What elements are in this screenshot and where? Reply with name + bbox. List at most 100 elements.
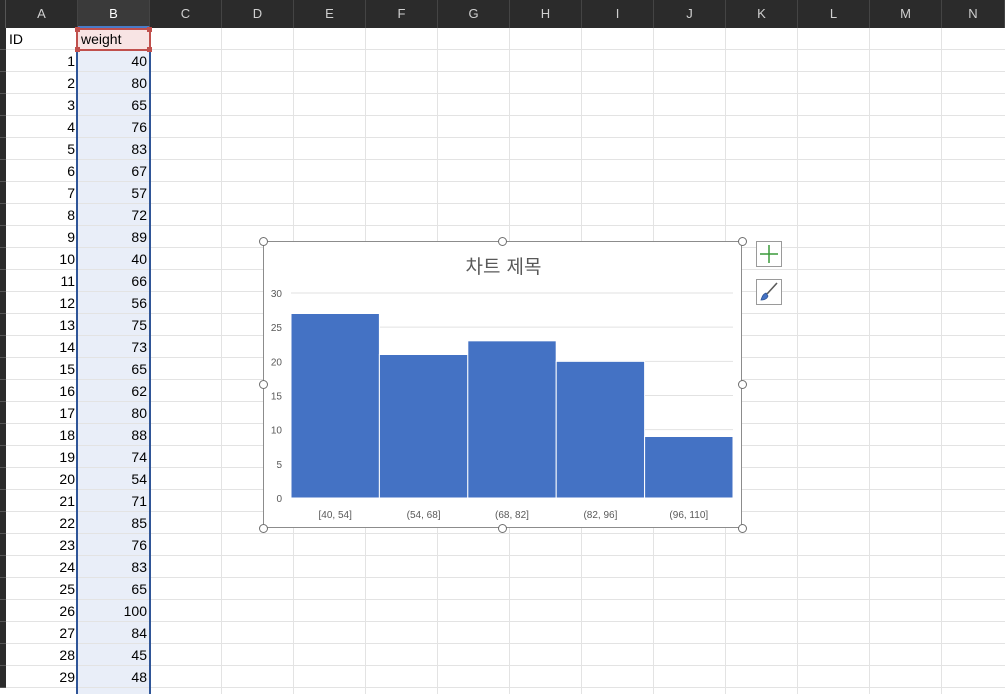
row-gridline xyxy=(6,203,1005,204)
cell-id[interactable]: 29 xyxy=(6,666,78,688)
cell-id[interactable]: 22 xyxy=(6,512,78,534)
column-gridline xyxy=(869,28,870,694)
cell-id[interactable]: 8 xyxy=(6,204,78,226)
column-header-a[interactable]: A xyxy=(6,0,78,28)
cell-b1-text: weight xyxy=(81,31,122,47)
row-gridline xyxy=(6,115,1005,116)
row-gridline xyxy=(6,181,1005,182)
chart-resize-handle[interactable] xyxy=(497,523,507,533)
y-tick-label: 15 xyxy=(271,392,283,403)
column-header-e[interactable]: E xyxy=(294,0,366,28)
chart-elements-button[interactable] xyxy=(756,241,782,267)
row-gridline xyxy=(6,577,1005,578)
cell-id[interactable]: 17 xyxy=(6,402,78,424)
row-gridline xyxy=(6,665,1005,666)
cell-a1[interactable]: ID xyxy=(6,28,78,50)
chart-plot-area: 0 5 10 15 20 25 30 [40, 54] (54, 68] (68, 82] (82,… xyxy=(271,289,734,521)
cell-id[interactable]: 6 xyxy=(6,160,78,182)
y-tick-label: 10 xyxy=(271,426,283,437)
column-gridline xyxy=(941,28,942,694)
cell-id[interactable]: 20 xyxy=(6,468,78,490)
row-gridline xyxy=(6,687,1005,688)
histogram-bar[interactable] xyxy=(467,340,557,499)
cell-id[interactable]: 19 xyxy=(6,446,78,468)
chart-resize-handle[interactable] xyxy=(258,236,268,246)
row-gridline xyxy=(6,599,1005,600)
cell-id[interactable]: 12 xyxy=(6,292,78,314)
histogram-bar[interactable] xyxy=(378,354,469,499)
plus-icon xyxy=(760,245,778,263)
row-gridline xyxy=(6,643,1005,644)
active-cell-b1[interactable]: weight xyxy=(75,27,152,52)
column-header-c[interactable]: C xyxy=(150,0,222,28)
row-gridline xyxy=(6,71,1005,72)
cell-id[interactable]: 14 xyxy=(6,336,78,358)
chart-resize-handle[interactable] xyxy=(737,236,747,246)
column-header-h[interactable]: H xyxy=(510,0,582,28)
row-gridline xyxy=(6,533,1005,534)
cell-id[interactable]: 27 xyxy=(6,622,78,644)
chart-styles-button[interactable] xyxy=(756,279,782,305)
cell-id[interactable]: 24 xyxy=(6,556,78,578)
column-header-i[interactable]: I xyxy=(582,0,654,28)
cell-id[interactable]: 7 xyxy=(6,182,78,204)
column-header-b[interactable]: B xyxy=(78,0,150,28)
cell-id[interactable]: 16 xyxy=(6,380,78,402)
selected-column-border xyxy=(76,28,151,694)
cell-id[interactable]: 15 xyxy=(6,358,78,380)
column-header-m[interactable]: M xyxy=(870,0,942,28)
x-category-label: (54, 68] xyxy=(407,510,441,521)
cell-id[interactable]: 1 xyxy=(6,50,78,72)
y-tick-label: 30 xyxy=(271,289,283,300)
column-gridline xyxy=(797,28,798,694)
cell-id[interactable]: 23 xyxy=(6,534,78,556)
selection-handle[interactable] xyxy=(75,47,80,52)
row-gridline xyxy=(6,555,1005,556)
column-header-f[interactable]: F xyxy=(366,0,438,28)
column-gridline xyxy=(221,28,222,694)
chart-resize-handle[interactable] xyxy=(258,379,268,389)
column-header-g[interactable]: G xyxy=(438,0,510,28)
column-header-j[interactable]: J xyxy=(654,0,726,28)
x-category-label: [40, 54] xyxy=(319,510,353,521)
cell-id[interactable]: 25 xyxy=(6,578,78,600)
column-header-d[interactable]: D xyxy=(222,0,294,28)
row-gridline xyxy=(6,225,1005,226)
row-gridline xyxy=(6,93,1005,94)
x-category-label: (96, 110] xyxy=(669,510,708,521)
selection-handle[interactable] xyxy=(75,27,80,32)
histogram-bar[interactable] xyxy=(644,436,734,499)
histogram-chart[interactable]: 차트 제목 0 5 10 15 20 25 30 [40, 54] (54, 68] (68, 8… xyxy=(263,241,742,528)
paintbrush-icon xyxy=(760,282,778,301)
y-tick-label: 5 xyxy=(276,460,282,471)
y-tick-label: 20 xyxy=(271,357,283,368)
chart-resize-handle[interactable] xyxy=(497,236,507,246)
cell-id[interactable]: 11 xyxy=(6,270,78,292)
row-gridline xyxy=(6,49,1005,50)
row-gridline xyxy=(6,621,1005,622)
column-header-k[interactable]: K xyxy=(726,0,798,28)
selection-handle[interactable] xyxy=(147,47,152,52)
cell-id[interactable]: 4 xyxy=(6,116,78,138)
cell-id[interactable]: 21 xyxy=(6,490,78,512)
histogram-bar[interactable] xyxy=(290,313,380,499)
cell-id[interactable]: 3 xyxy=(6,94,78,116)
chart-resize-handle[interactable] xyxy=(737,379,747,389)
column-header-l[interactable]: L xyxy=(798,0,870,28)
cell-id[interactable]: 2 xyxy=(6,72,78,94)
y-tick-label: 25 xyxy=(271,323,283,334)
x-category-label: (82, 96] xyxy=(583,510,617,521)
cell-id[interactable]: 9 xyxy=(6,226,78,248)
chart-resize-handle[interactable] xyxy=(737,523,747,533)
cell-id[interactable]: 5 xyxy=(6,138,78,160)
histogram-bar[interactable] xyxy=(555,360,646,499)
row-gridline xyxy=(6,159,1005,160)
cell-id[interactable]: 13 xyxy=(6,314,78,336)
column-header-n[interactable]: N xyxy=(942,0,1005,28)
cell-id[interactable]: 26 xyxy=(6,600,78,622)
selection-handle[interactable] xyxy=(147,27,152,32)
cell-id[interactable]: 10 xyxy=(6,248,78,270)
cell-id[interactable]: 18 xyxy=(6,424,78,446)
cell-id[interactable]: 28 xyxy=(6,644,78,666)
chart-resize-handle[interactable] xyxy=(258,523,268,533)
